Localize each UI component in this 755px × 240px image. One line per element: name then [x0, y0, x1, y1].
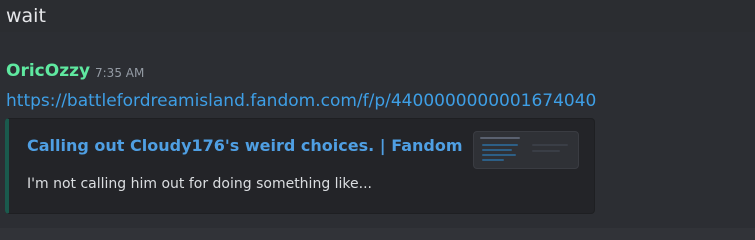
message-link[interactable]: https://battlefordreamisland.fandom.com/… [6, 89, 596, 113]
embed-thumbnail-image[interactable] [473, 131, 579, 169]
message: OricOzzy 7:35 AM https://battlefordreami… [0, 32, 755, 228]
link-embed: Calling out Cloudy176's weird choices. |… [5, 118, 595, 214]
embed-title[interactable]: Calling out Cloudy176's weird choices. |… [27, 135, 463, 157]
previous-message: wait [0, 0, 755, 32]
previous-message-text: wait [6, 5, 46, 27]
author-username[interactable]: OricOzzy [6, 60, 90, 82]
chat-view: wait OricOzzy 7:35 AM https://battleford… [0, 0, 755, 228]
message-timestamp: 7:35 AM [95, 66, 145, 80]
embed-description: I'm not calling him out for doing someth… [27, 176, 373, 192]
